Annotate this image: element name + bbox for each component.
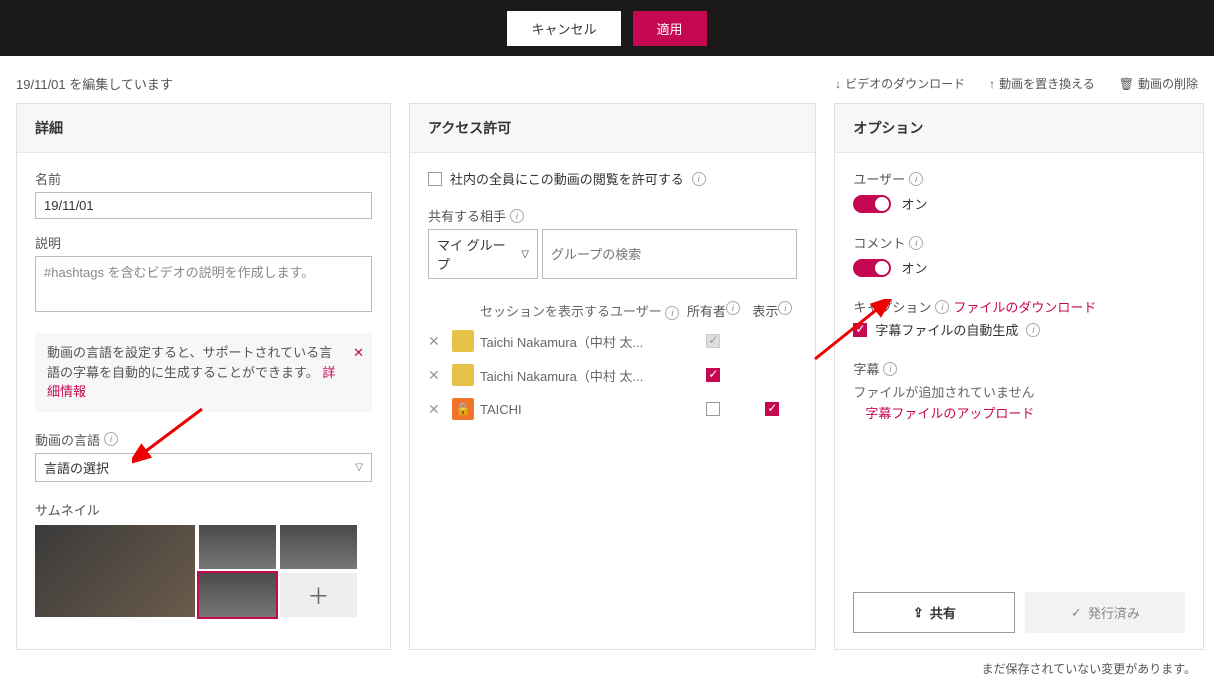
published-button: ✓発行済み xyxy=(1025,592,1185,633)
owner-checkbox xyxy=(706,334,720,348)
chevron-down-icon: ▽ xyxy=(355,462,363,473)
close-icon[interactable]: ✕ xyxy=(353,343,364,363)
info-icon[interactable]: i xyxy=(883,362,897,376)
info-icon[interactable]: i xyxy=(909,236,923,250)
user-toggle-state: オン xyxy=(901,194,927,213)
name-input[interactable] xyxy=(35,192,372,219)
language-select[interactable]: 言語の選択▽ xyxy=(35,453,372,482)
subtitle-none-text: ファイルが追加されていません xyxy=(853,382,1185,401)
user-row: ✕ Taichi Nakamura（中村 太... xyxy=(428,358,797,392)
download-video-action[interactable]: ↓ビデオのダウンロード xyxy=(835,75,965,92)
download-icon: ↓ xyxy=(835,77,841,91)
share-group-select[interactable]: マイ グループ▽ xyxy=(428,229,538,279)
autogen-label: 字幕ファイルの自動生成 xyxy=(875,320,1018,339)
cancel-button[interactable]: キャンセル xyxy=(507,11,620,46)
thumbnail-label: サムネイル xyxy=(35,500,372,519)
user-row: ✕🔒 TAICHI xyxy=(428,392,797,426)
remove-user-icon[interactable]: ✕ xyxy=(428,333,452,350)
share-button[interactable]: ⇪共有 xyxy=(853,592,1015,633)
info-icon[interactable]: i xyxy=(726,301,740,315)
lock-icon: 🔒 xyxy=(452,398,474,420)
desc-textarea[interactable] xyxy=(35,256,372,312)
permissions-heading: アクセス許可 xyxy=(410,104,815,153)
comment-toggle[interactable] xyxy=(853,259,891,277)
check-icon: ✓ xyxy=(1071,605,1082,621)
options-heading: オプション xyxy=(835,104,1203,153)
apply-button[interactable]: 適用 xyxy=(633,11,707,46)
thumbnail-main[interactable] xyxy=(35,525,195,617)
owner-checkbox[interactable] xyxy=(706,368,720,382)
share-icon: ⇪ xyxy=(913,605,924,621)
chevron-down-icon: ▽ xyxy=(521,249,529,260)
info-icon[interactable]: i xyxy=(665,306,679,320)
upload-icon: ↑ xyxy=(989,77,995,91)
thumbnail-option[interactable] xyxy=(199,525,276,569)
replace-video-action[interactable]: ↑動画を置き換える xyxy=(989,75,1095,92)
delete-video-action[interactable]: 🗑動画の削除 xyxy=(1119,75,1198,92)
user-name: Taichi Nakamura（中村 太... xyxy=(480,366,679,385)
thumbnail-option-selected[interactable] xyxy=(199,573,276,617)
subtitle-upload-link[interactable]: 字幕ファイルのアップロード xyxy=(865,403,1185,422)
info-icon[interactable]: i xyxy=(692,172,706,186)
caption-option-label: キャプション xyxy=(853,297,931,316)
avatar-icon xyxy=(452,330,474,352)
subtitle-option-label: 字幕 xyxy=(853,359,879,378)
info-icon[interactable]: i xyxy=(935,300,949,314)
user-option-label: ユーザー xyxy=(853,169,905,188)
caption-download-link[interactable]: ファイルのダウンロード xyxy=(953,297,1096,316)
remove-user-icon[interactable]: ✕ xyxy=(428,367,452,384)
language-label: 動画の言語 xyxy=(35,430,100,449)
unsaved-changes-note: まだ保存されていない変更があります。 xyxy=(0,650,1214,687)
desc-label: 説明 xyxy=(35,233,372,252)
info-icon[interactable]: i xyxy=(104,432,118,446)
remove-user-icon[interactable]: ✕ xyxy=(428,401,452,418)
details-heading: 詳細 xyxy=(17,104,390,153)
view-checkbox[interactable] xyxy=(765,402,779,416)
name-label: 名前 xyxy=(35,169,372,188)
info-icon[interactable]: i xyxy=(778,301,792,315)
user-toggle[interactable] xyxy=(853,195,891,213)
editing-status: 19/11/01 を編集しています xyxy=(16,74,173,93)
owner-checkbox[interactable] xyxy=(706,402,720,416)
allow-all-checkbox[interactable] xyxy=(428,172,442,186)
info-icon[interactable]: i xyxy=(909,172,923,186)
share-with-label: 共有する相手 xyxy=(428,206,506,225)
user-name: Taichi Nakamura（中村 太... xyxy=(480,332,679,351)
comment-option-label: コメント xyxy=(853,233,905,252)
autogen-checkbox[interactable] xyxy=(853,323,867,337)
info-icon[interactable]: i xyxy=(1026,323,1040,337)
allow-all-label: 社内の全員にこの動画の閲覧を許可する xyxy=(450,169,684,188)
user-name: TAICHI xyxy=(480,402,679,417)
info-icon[interactable]: i xyxy=(510,209,524,223)
user-row: ✕ Taichi Nakamura（中村 太... xyxy=(428,324,797,358)
language-info-box: 動画の言語を設定すると、サポートされている言語の字幕を自動的に生成することができ… xyxy=(35,333,372,412)
trash-icon: 🗑 xyxy=(1119,77,1134,91)
share-search-input[interactable] xyxy=(542,229,797,279)
comment-toggle-state: オン xyxy=(901,258,927,277)
avatar-icon xyxy=(452,364,474,386)
thumbnail-option[interactable] xyxy=(280,525,357,569)
thumbnail-add-button[interactable]: ＋ xyxy=(280,573,357,617)
